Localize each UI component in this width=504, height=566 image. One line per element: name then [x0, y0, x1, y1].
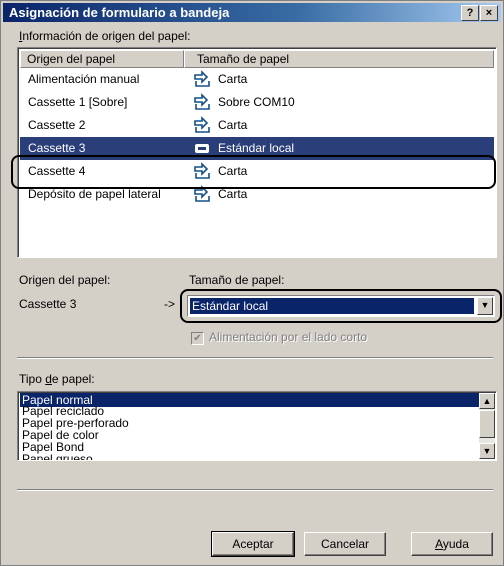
tray-icon [194, 116, 210, 133]
scroll-down-icon[interactable]: ▼ [479, 443, 495, 459]
scrollbar[interactable]: ▲ ▼ [479, 393, 495, 459]
window-title: Asignación de formulario a bandeja [9, 5, 230, 20]
paper-source-list[interactable]: Origen del papel Tamaño de papel Aliment… [17, 47, 497, 258]
source-label: Origen del papel: [19, 273, 111, 287]
list-item[interactable]: Cassette 2 Carta [20, 114, 494, 137]
list-item[interactable]: Papel grueso [20, 452, 494, 460]
paper-type-label: Tipo de papel: [19, 372, 95, 386]
source-value: Cassette 3 [19, 297, 77, 311]
scroll-up-icon[interactable]: ▲ [479, 393, 495, 409]
list-item[interactable]: Alimentación manual Carta [20, 68, 494, 91]
column-header-source[interactable]: Origen del papel [20, 50, 184, 68]
column-header-size[interactable]: Tamaño de papel [184, 50, 494, 68]
divider [17, 357, 493, 359]
size-label: Tamaño de papel: [189, 273, 285, 287]
help-button[interactable]: Ayuda [411, 532, 493, 556]
dialog-window: Asignación de formulario a bandeja ? × I… [0, 0, 504, 566]
origin-info-label: Información de origen del papel: [19, 29, 191, 43]
paper-type-list[interactable]: Papel normal Papel reciclado Papel pre-p… [17, 391, 497, 461]
help-title-button[interactable]: ? [461, 5, 479, 21]
list-item[interactable]: Cassette 1 [Sobre] Sobre COM10 [20, 91, 494, 114]
close-button[interactable]: × [480, 5, 498, 21]
short-edge-checkbox[interactable]: ✔ [191, 332, 204, 345]
highlight-callout-dropdown [180, 289, 502, 323]
highlight-callout-row [11, 155, 496, 189]
title-bar[interactable]: Asignación de formulario a bandeja ? × [3, 3, 501, 22]
envelope-tray-icon [194, 93, 210, 110]
arrow-indicator: -> [164, 297, 176, 311]
short-edge-label: Alimentación por el lado corto [209, 330, 368, 344]
tray-icon [194, 70, 210, 87]
cancel-button[interactable]: Cancelar [304, 532, 386, 556]
scroll-thumb[interactable] [479, 410, 495, 438]
divider [17, 489, 493, 491]
ok-button[interactable]: Aceptar [211, 531, 295, 557]
